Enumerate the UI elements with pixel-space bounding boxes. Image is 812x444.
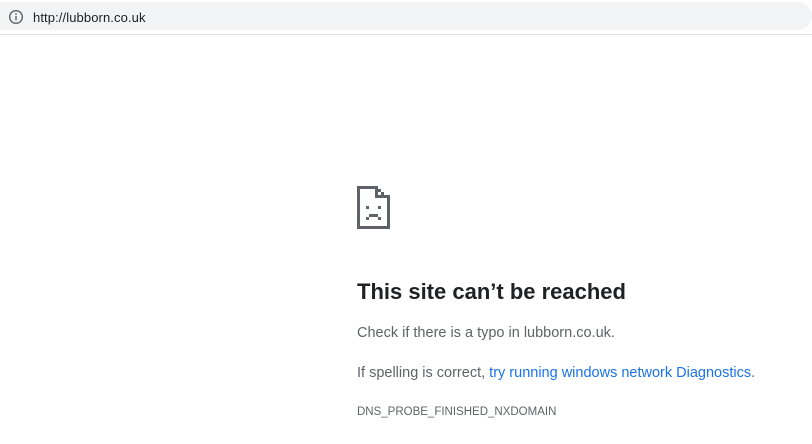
typo-suggestion: Check if there is a typo in lubborn.co.u… xyxy=(357,325,615,341)
diagnostics-link[interactable]: try running windows network Diagnostics xyxy=(489,365,751,381)
address-bar-container: http://lubborn.co.uk xyxy=(0,0,812,35)
sad-page-icon xyxy=(357,186,390,229)
error-title: This site can’t be reached xyxy=(357,279,626,304)
info-icon[interactable] xyxy=(8,9,24,25)
address-bar[interactable]: http://lubborn.co.uk xyxy=(0,2,812,30)
spelling-suggestion-suffix: . xyxy=(751,365,756,381)
error-code: DNS_PROBE_FINISHED_NXDOMAIN xyxy=(357,406,557,418)
url-text[interactable]: http://lubborn.co.uk xyxy=(33,10,146,26)
spelling-suggestion-prefix: If spelling is correct, xyxy=(357,365,490,381)
spelling-suggestion: If spelling is correct, try running wind… xyxy=(357,363,755,383)
